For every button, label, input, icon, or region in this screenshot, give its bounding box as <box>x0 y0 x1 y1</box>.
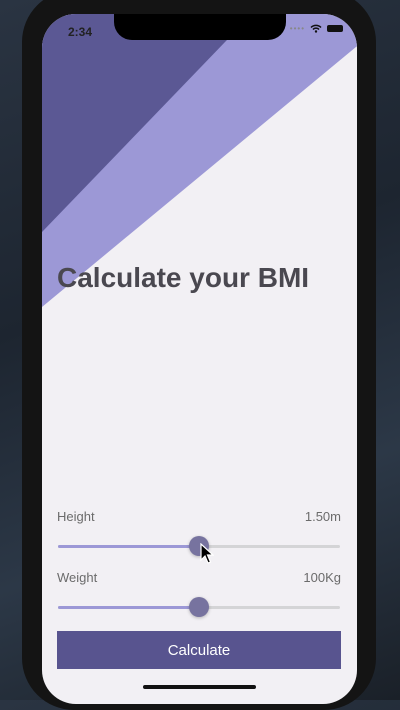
weight-label: Weight <box>57 570 98 585</box>
battery-icon <box>327 25 343 32</box>
weight-slider-thumb[interactable] <box>189 597 209 617</box>
mouse-cursor-icon <box>200 543 214 564</box>
home-indicator[interactable] <box>143 685 256 689</box>
app-screen: 2:34 •••• Calculate your BMI Height 1.50… <box>42 14 357 704</box>
height-slider-fill <box>58 545 199 548</box>
height-value: 1.50m <box>304 509 341 524</box>
page-title: Calculate your BMI <box>57 262 310 293</box>
wifi-icon <box>310 24 322 33</box>
signal-icon: •••• <box>289 24 305 33</box>
height-label: Height <box>57 509 95 524</box>
calculate-button[interactable]: Calculate <box>57 631 341 669</box>
status-time: 2:34 <box>68 25 93 39</box>
height-slider[interactable] <box>58 536 340 556</box>
weight-slider[interactable] <box>58 597 340 617</box>
weight-slider-fill <box>58 606 199 609</box>
notch <box>114 14 286 40</box>
weight-value: 100Kg <box>303 570 341 585</box>
status-icons: •••• <box>290 24 343 33</box>
